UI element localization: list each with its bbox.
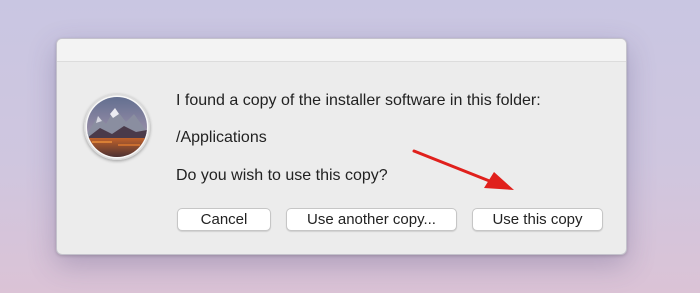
dialog-titlebar [57, 39, 626, 62]
installer-copy-dialog: I found a copy of the installer software… [56, 38, 627, 255]
question-text: Do you wish to use this copy? [176, 167, 388, 184]
message-text: I found a copy of the installer software… [176, 92, 541, 109]
folder-path-text: /Applications [176, 129, 267, 146]
use-this-copy-button[interactable]: Use this copy [472, 208, 603, 231]
cancel-button[interactable]: Cancel [177, 208, 271, 231]
use-another-copy-button[interactable]: Use another copy... [286, 208, 457, 231]
installer-app-icon [84, 94, 150, 160]
